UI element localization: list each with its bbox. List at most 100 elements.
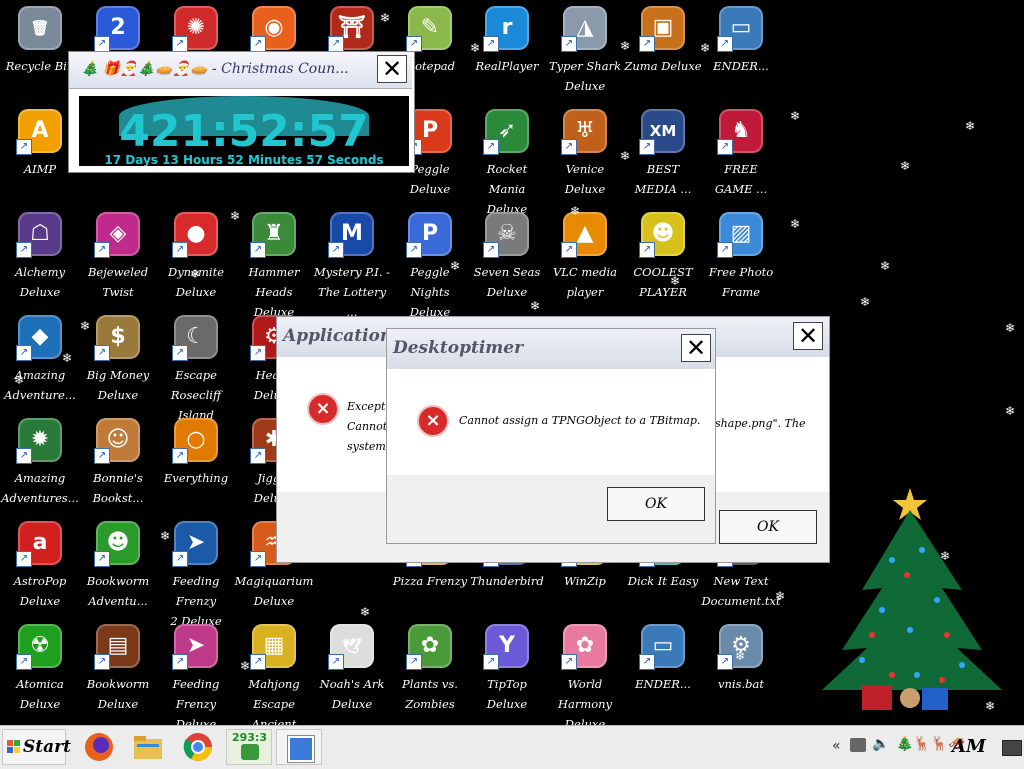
app-error-close-button[interactable]: ✕ [793, 322, 823, 350]
shortcut-arrow-icon: ↗ [94, 448, 110, 464]
atomica-icon: ☢ ↗ [16, 624, 62, 670]
timer-icon [241, 744, 259, 760]
desktop-icon[interactable]: ○ ↗ Everything [156, 412, 236, 512]
desktop-icon-label: Bonnie's Bookst... [92, 471, 144, 505]
shortcut-arrow-icon: ↗ [250, 36, 266, 52]
desktop-icon[interactable]: ▣ ↗ Zuma Deluxe [623, 0, 703, 100]
desktop-icon-label: Zuma Deluxe [624, 59, 702, 73]
desktop-icon[interactable]: ▤ ↗ Bookworm Deluxe [78, 618, 158, 718]
desktop-icon[interactable]: ◮ ↗ Typer Shark Deluxe [545, 0, 625, 100]
desktop-icon[interactable]: ☠ ↗ Seven Seas Deluxe [467, 206, 547, 306]
big-money-icon: $ ↗ [94, 315, 140, 361]
desktop-icon[interactable]: ☖ ↗ Alchemy Deluxe [0, 206, 80, 306]
desktop-icon[interactable]: 🕊 ↗ Noah's Ark Deluxe [312, 618, 392, 718]
desktop-icon[interactable]: ▨ ↗ Free Photo Frame [701, 206, 781, 306]
tray-chevron-icon[interactable]: « [832, 738, 841, 754]
shortcut-arrow-icon: ↗ [639, 36, 655, 52]
desktop-icon[interactable]: ◈ ↗ Bejeweled Twist [78, 206, 158, 306]
shrine-icon: ⛩ ↗ [328, 6, 374, 52]
windows-flag-icon [7, 740, 20, 753]
shortcut-arrow-icon: ↗ [639, 139, 655, 155]
desktop-icon[interactable]: XM ↗ BEST MEDIA ... [623, 103, 703, 203]
shortcut-arrow-icon: ↗ [16, 654, 32, 670]
desktop-icon[interactable]: ♜ ↗ Hammer Heads Deluxe [234, 206, 314, 319]
amazing-adventures-2-icon: ✹ ↗ [16, 418, 62, 464]
desktop-icon[interactable]: ☺ ↗ Bonnie's Bookst... [78, 412, 158, 512]
desktop-icon[interactable]: ☻ ↗ Bookworm Adventu... [78, 515, 158, 615]
desktop-icon[interactable]: ▲ ↗ VLC media player [545, 206, 625, 306]
desktop-icon[interactable]: M ↗ Mystery P.I. - The Lottery ... [312, 206, 392, 319]
desktop-icon[interactable]: ✹ ↗ Amazing Adventures... [0, 412, 80, 512]
desktop-icon[interactable]: ☻ ↗ COOLEST PLAYER [623, 206, 703, 306]
app-error-ok-button[interactable]: OK [719, 510, 817, 544]
desktop-icon-label: Atomica Deluxe [16, 677, 64, 711]
desktop-icon-label: COOLEST PLAYER [633, 265, 693, 299]
desktop-icon[interactable]: ☾ ↗ Escape Rosecliff Island [156, 309, 236, 422]
desktop-icon-label: Bejeweled Twist [87, 265, 149, 299]
christmas-countdown-window[interactable]: 🎄 🎁🎅🎄🥧🎅🥧 - Christmas Coun... ✕ 421:52:57… [68, 51, 415, 173]
chrome-taskbar-icon[interactable] [181, 730, 215, 764]
icon-glyph: 🗑 [30, 19, 50, 37]
desktop-icon[interactable]: ➶ ↗ Rocket Mania Deluxe [467, 103, 547, 216]
desktoptimer-ok-button[interactable]: OK [607, 487, 705, 521]
ender-2-icon: ▭ ↗ [639, 624, 685, 670]
desktop-icon[interactable]: ♞ ↗ FREE GAME ... [701, 103, 781, 203]
desktop-icon[interactable]: ⚙ ↗ vnis.bat [701, 618, 781, 718]
snowflake-icon: ❄ [670, 274, 681, 288]
snowflake-icon: ❄ [880, 259, 891, 273]
desktoptimer-title-bar[interactable]: Desktoptimer ✕ [387, 329, 715, 369]
mahjong-escape-icon: ▦ ↗ [250, 624, 296, 670]
shortcut-arrow-icon: ↗ [16, 139, 32, 155]
shortcut-arrow-icon: ↗ [483, 139, 499, 155]
shortcut-arrow-icon: ↗ [172, 654, 188, 670]
shortcut-arrow-icon: ↗ [16, 242, 32, 258]
desktop-icon[interactable]: ➤ ↗ Feeding Frenzy Deluxe [156, 618, 236, 725]
desktop-icon[interactable]: ✿ ↗ World Harmony Deluxe [545, 618, 625, 725]
desktop-icon-label: Pizza Frenzy [392, 574, 468, 588]
feeding-frenzy-icon: ➤ ↗ [172, 624, 218, 670]
desktoptimer-close-button[interactable]: ✕ [681, 334, 711, 362]
desktop-icon[interactable]: ☢ ↗ Atomica Deluxe [0, 618, 80, 718]
snowflake-icon: ❄ [530, 299, 541, 313]
bonnies-bookstore-icon: ☺ ↗ [94, 418, 140, 464]
bookworm-deluxe-icon: ▤ ↗ [94, 624, 140, 670]
desktop-icon[interactable]: a ↗ AstroPop Deluxe [0, 515, 80, 615]
rocket-mania-icon: ➶ ↗ [483, 109, 529, 155]
system-tray: « 🔈 🎄🦌🦌🛷 AM [784, 728, 1024, 766]
desktoptimer-taskbar-button[interactable]: 293:3 [226, 729, 272, 765]
countdown-display: 421:52:57 17 Days 13 Hours 52 Minutes 57… [79, 96, 409, 166]
clock[interactable]: AM [952, 736, 986, 757]
snowflake-icon: ❄ [14, 373, 25, 387]
shortcut-arrow-icon: ↗ [16, 551, 32, 567]
shortcut-arrow-icon: ↗ [483, 36, 499, 52]
desktoptimer-footer: OK [387, 475, 715, 543]
desktop-icon[interactable]: ♅ ↗ Venice Deluxe [545, 103, 625, 203]
desktoptimer-dialog[interactable]: Desktoptimer ✕ × Cannot assign a TPNGObj… [386, 328, 716, 544]
shortcut-arrow-icon: ↗ [16, 448, 32, 464]
desktop-icon[interactable]: ● ↗ Dynomite Deluxe [156, 206, 236, 306]
desktop-icon[interactable]: P ↗ Peggle Nights Deluxe [390, 206, 470, 319]
desktop-icon[interactable]: ▭ ↗ ENDER... [623, 618, 703, 718]
countdown-close-button[interactable]: ✕ [377, 55, 407, 83]
shortcut-arrow-icon: ↗ [172, 551, 188, 567]
firefox-taskbar-icon[interactable] [82, 730, 116, 764]
snowflake-icon: ❄ [62, 351, 73, 365]
shortcut-arrow-icon: ↗ [328, 242, 344, 258]
snowflake-icon: ❄ [380, 11, 391, 25]
dynomite-icon: ● ↗ [172, 212, 218, 258]
photo-icon [288, 736, 314, 762]
start-button[interactable]: Start [2, 729, 71, 765]
countdown-title-bar[interactable]: 🎄 🎁🎅🎄🥧🎅🥧 - Christmas Coun... ✕ [69, 52, 412, 89]
desktop-icon[interactable]: ✿ ↗ Plants vs. Zombies [390, 618, 470, 718]
photo-app-taskbar-button[interactable] [276, 729, 322, 765]
file-explorer-taskbar-icon[interactable] [131, 730, 165, 764]
snowflake-icon: ❄ [230, 209, 241, 223]
desktop-icon-label: Alchemy Deluxe [14, 265, 66, 299]
desktop-icon[interactable]: Y ↗ TipTop Deluxe [467, 618, 547, 718]
firefox-icon: ◉ ↗ [250, 6, 296, 52]
volume-icon[interactable]: 🔈 [872, 736, 889, 752]
network-icon[interactable] [850, 738, 866, 752]
shortcut-arrow-icon: ↗ [639, 242, 655, 258]
show-desktop-icon[interactable] [1002, 740, 1022, 756]
desktop-icon[interactable]: ▭ ↗ ENDER... [701, 0, 781, 100]
